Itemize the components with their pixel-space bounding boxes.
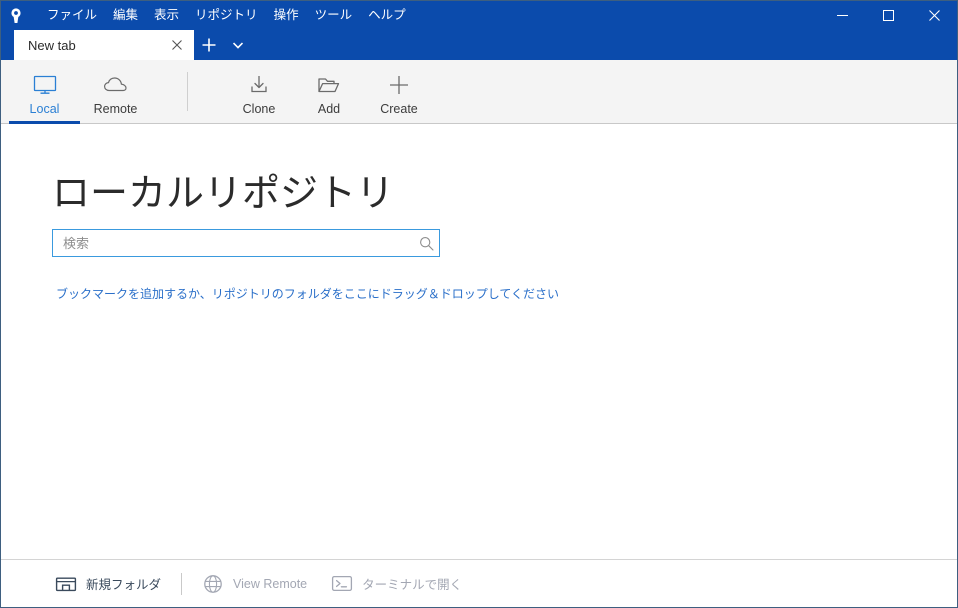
toolbar-label-local: Local [29,102,60,116]
plus-icon [202,38,216,52]
menu-actions[interactable]: 操作 [266,1,307,30]
add-bookmark-drop-hint-link[interactable]: ブックマークを追加するか、リポジトリのフォルダをここにドラッグ＆ドロップしてくだ… [56,285,559,302]
monitor-icon [32,71,58,99]
toolbar-label-add: Add [317,102,341,116]
footer-button-new-folder[interactable]: 新規フォルダ [47,569,167,599]
search-icon[interactable] [413,230,439,256]
minimize-button[interactable] [819,1,865,30]
window-controls [819,1,957,30]
footer-label-open-terminal: ターミナルで開く [362,578,463,592]
search-input[interactable] [53,230,413,256]
folder-open-icon [316,71,342,99]
toolbar-button-clone[interactable]: Clone [224,60,294,123]
tab-label: New tab [28,37,76,53]
search-box[interactable] [52,229,440,257]
close-button[interactable] [911,1,957,30]
footer-label-new-folder: 新規フォルダ [86,578,162,592]
toolbar-label-remote: Remote [93,102,138,116]
menu-edit[interactable]: 編集 [105,1,146,30]
cloud-icon [102,71,130,99]
toolbar-button-remote[interactable]: Remote [80,60,151,123]
toolbar-label-clone: Clone [242,102,276,116]
globe-icon [200,573,226,595]
maximize-icon [882,10,894,21]
application-window: ファイル 編集 表示 リポジトリ 操作 ツール ヘルプ New tab Loca… [0,0,958,608]
menu-bar: ファイル 編集 表示 リポジトリ 操作 ツール ヘルプ [39,1,414,30]
plus-icon [388,71,410,99]
toolbar-button-local[interactable]: Local [9,60,80,124]
minimize-icon [836,15,848,16]
clone-download-icon [247,71,271,99]
toolbar-button-add[interactable]: Add [294,60,364,123]
new-tab-button[interactable] [194,30,224,60]
toolbar-label-create: Create [380,102,418,116]
new-folder-icon [53,573,79,595]
sourcetree-logo-icon [1,1,31,30]
toolbar-separator [187,72,188,111]
footer-separator [181,572,183,595]
content-area: ローカルリポジトリ ブックマークを追加するか、リポジトリのフォルダをここにドラッ… [1,124,957,559]
menu-tools[interactable]: ツール [307,1,361,30]
tab-list-dropdown-button[interactable] [224,30,252,60]
chevron-down-icon [233,41,243,49]
menu-view[interactable]: 表示 [146,1,187,30]
page-title: ローカルリポジトリ [52,173,395,215]
main-toolbar: Local Remote Clone Add Create [1,60,957,124]
footer-bar: 新規フォルダ View Remote ターミナルで開く [1,559,957,607]
menu-help[interactable]: ヘルプ [360,1,414,30]
footer-label-view-remote: View Remote [233,576,308,591]
tab-new-tab[interactable]: New tab [14,30,194,60]
terminal-icon [329,573,355,595]
footer-button-open-terminal[interactable]: ターミナルで開く [323,569,468,599]
close-icon [928,10,940,21]
footer-button-view-remote[interactable]: View Remote [194,569,313,599]
maximize-button[interactable] [865,1,911,30]
tab-strip: New tab [1,30,957,60]
title-bar: ファイル 編集 表示 リポジトリ 操作 ツール ヘルプ [1,1,957,30]
menu-repository[interactable]: リポジトリ [187,1,266,30]
tab-close-icon[interactable] [166,34,188,56]
menu-file[interactable]: ファイル [39,1,105,30]
toolbar-button-create[interactable]: Create [364,60,434,123]
